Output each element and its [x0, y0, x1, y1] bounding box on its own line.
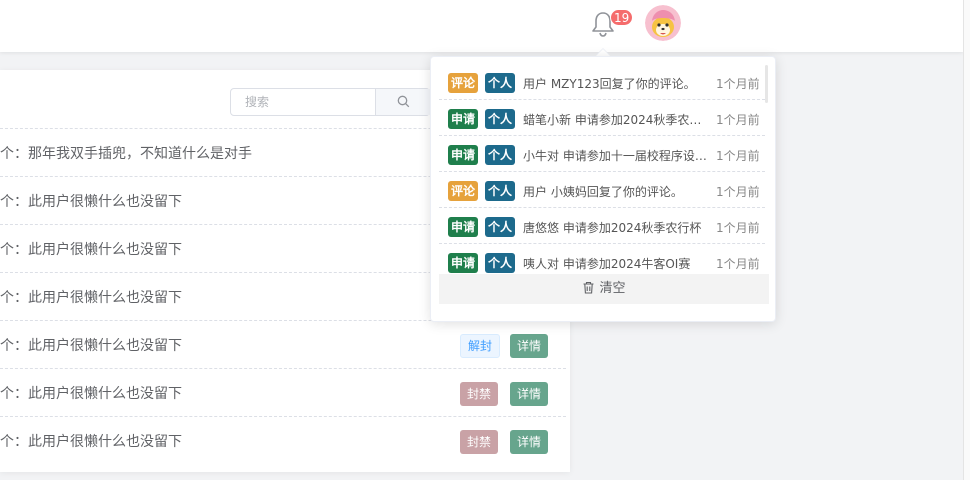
top-header: 19 — [0, 0, 963, 52]
notification-text: 用户 MZY123回复了你的评论。 — [523, 77, 696, 91]
notification-scope-tag: 个人 — [485, 253, 516, 273]
detail-button[interactable]: 详情 — [510, 334, 549, 358]
notification-popover: 评论 个人 用户 MZY123回复了你的评论。 1个月前 申请 个人 蜡笔小新 … — [430, 56, 776, 322]
user-intro: 个：此用户很懒什么也没留下 — [0, 434, 182, 450]
user-intro: 个：此用户很懒什么也没留下 — [0, 242, 182, 258]
notification-item[interactable]: 申请 个人 小牛对 申请参加十一届校程序设计大赛 1个月前 — [439, 137, 765, 172]
notification-scope-tag: 个人 — [485, 73, 516, 93]
user-intro: 个：此用户很懒什么也没留下 — [0, 290, 182, 306]
notification-type-tag: 申请 — [448, 217, 479, 237]
notification-text: 小牛对 申请参加十一届校程序设计大赛 — [523, 149, 707, 163]
notification-scope-tag: 个人 — [485, 217, 516, 237]
notification-time: 1个月前 — [716, 113, 760, 127]
notification-text: 咦人对 申请参加2024牛客OI赛 — [523, 257, 691, 271]
notification-time: 1个月前 — [716, 149, 760, 163]
notification-time: 1个月前 — [716, 77, 760, 91]
clear-button[interactable]: 清空 — [439, 274, 769, 304]
notification-text: 蜡笔小新 申请参加2024秋季农行杯 — [523, 113, 707, 127]
notification-item[interactable]: 评论 个人 用户 小姨妈回复了你的评论。 1个月前 — [439, 173, 765, 208]
clear-label: 清空 — [599, 281, 626, 296]
notification-time: 1个月前 — [716, 257, 760, 271]
table-row: 个：此用户很懒什么也没留下 解封 详情 — [0, 320, 566, 368]
notification-type-tag: 申请 — [448, 145, 479, 165]
notification-scope-tag: 个人 — [485, 145, 516, 165]
user-intro: 个：此用户很懒什么也没留下 — [0, 194, 182, 210]
search-box — [230, 88, 430, 116]
popover-scrollbar[interactable] — [765, 65, 768, 103]
notification-count-badge: 19 — [610, 9, 634, 26]
table-row: 个：此用户很懒什么也没留下 封禁 详情 — [0, 368, 566, 416]
search-button[interactable] — [375, 89, 430, 115]
detail-button[interactable]: 详情 — [510, 382, 549, 406]
table-row: 个：此用户很懒什么也没留下 封禁 详情 — [0, 416, 566, 464]
ban-button[interactable]: 封禁 — [460, 430, 499, 454]
notification-text: 唐悠悠 申请参加2024秋季农行杯 — [523, 221, 702, 235]
user-intro: 个：此用户很懒什么也没留下 — [0, 386, 182, 402]
trash-icon — [583, 281, 594, 294]
notification-type-tag: 评论 — [448, 181, 479, 201]
notification-time: 1个月前 — [716, 185, 760, 199]
popover-arrow — [596, 49, 610, 56]
notification-scope-tag: 个人 — [485, 181, 516, 201]
ban-button[interactable]: 封禁 — [460, 382, 499, 406]
notification-item[interactable]: 评论 个人 用户 MZY123回复了你的评论。 1个月前 — [439, 65, 765, 100]
unban-button[interactable]: 解封 — [460, 334, 501, 358]
page-scrollbar[interactable] — [963, 0, 970, 480]
notification-scope-tag: 个人 — [485, 109, 516, 129]
notification-item[interactable]: 申请 个人 蜡笔小新 申请参加2024秋季农行杯 1个月前 — [439, 101, 765, 136]
user-intro: 个：那年我双手插兜，不知道什么是对手 — [0, 146, 252, 162]
avatar[interactable] — [645, 5, 681, 41]
notification-time: 1个月前 — [716, 221, 760, 235]
notification-text: 用户 小姨妈回复了你的评论。 — [523, 185, 683, 199]
detail-button[interactable]: 详情 — [510, 430, 549, 454]
notification-item[interactable]: 申请 个人 唐悠悠 申请参加2024秋季农行杯 1个月前 — [439, 209, 765, 244]
notification-type-tag: 评论 — [448, 73, 479, 93]
notification-type-tag: 申请 — [448, 109, 479, 129]
user-intro: 个：此用户很懒什么也没留下 — [0, 338, 182, 354]
search-icon — [397, 95, 410, 108]
notification-type-tag: 申请 — [448, 253, 479, 273]
